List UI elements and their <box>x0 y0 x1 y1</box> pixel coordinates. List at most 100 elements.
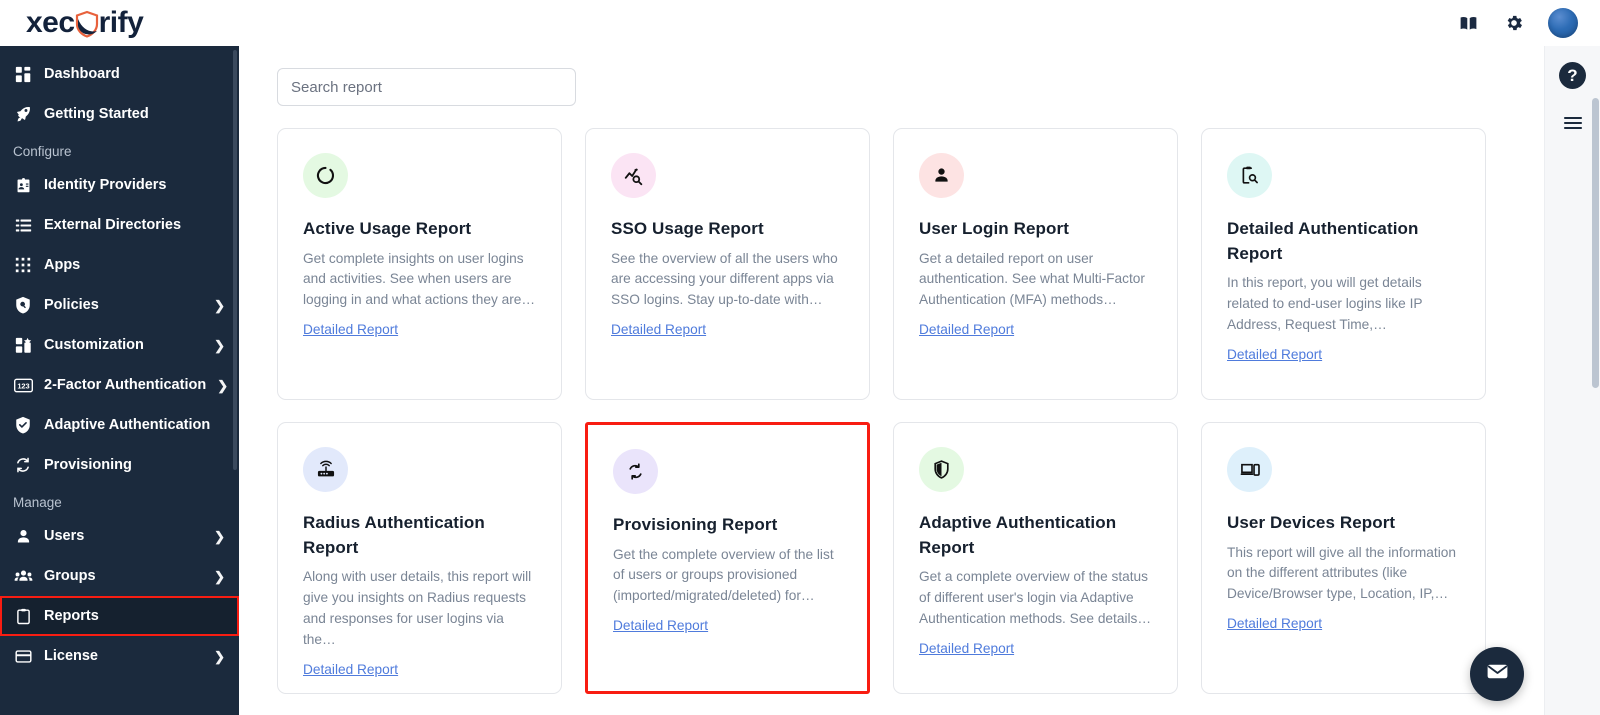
clipboard-icon <box>13 606 33 626</box>
card-icon <box>13 646 33 666</box>
gear-icon[interactable] <box>1502 11 1526 35</box>
chevron-right-icon: ❯ <box>217 377 229 393</box>
sidebar-item-label: External Directories <box>44 217 182 233</box>
report-card-description: In this report, you will get details rel… <box>1227 275 1423 332</box>
sidebar-item-label: Reports <box>44 608 99 624</box>
report-card-active-usage[interactable]: Active Usage Report Get complete insight… <box>277 128 562 400</box>
search-input[interactable] <box>277 68 576 106</box>
detailed-report-link[interactable]: Detailed Report <box>919 641 1014 656</box>
list-icon <box>13 215 33 235</box>
rocket-icon <box>13 104 33 124</box>
chevron-right-icon: ❯ <box>214 297 225 313</box>
user-icon <box>13 526 33 546</box>
sidebar-item-label: Groups <box>44 568 96 584</box>
hamburger-menu-icon[interactable] <box>1561 111 1585 140</box>
shield-check-icon <box>13 415 33 435</box>
report-card-title: SSO Usage Report <box>611 219 764 238</box>
sidebar: Dashboard Getting Started Configure Iden… <box>0 46 239 715</box>
chat-fab-button[interactable] <box>1470 647 1524 701</box>
report-card-description: Get the complete overview of the list of… <box>613 546 834 604</box>
docs-book-icon[interactable] <box>1456 11 1480 35</box>
report-card-description: Get a complete overview of the status of… <box>919 569 1152 626</box>
sidebar-item-label: 2-Factor Authentication <box>44 377 207 393</box>
detailed-report-link[interactable]: Detailed Report <box>611 322 706 337</box>
report-card-description: Get complete insights on user logins and… <box>303 250 536 308</box>
sidebar-item-dashboard[interactable]: Dashboard <box>0 54 239 94</box>
help-button[interactable]: ? <box>1559 62 1586 89</box>
router-icon <box>303 447 348 492</box>
sidebar-item-identity-providers[interactable]: Identity Providers <box>0 165 239 205</box>
chevron-right-icon: ❯ <box>214 337 225 353</box>
avatar[interactable] <box>1548 8 1578 38</box>
report-card-provisioning[interactable]: Provisioning Report Get the complete ove… <box>585 422 870 694</box>
sidebar-item-label: Identity Providers <box>44 177 167 193</box>
reports-page: Active Usage Report Get complete insight… <box>239 46 1544 694</box>
sidebar-item-adaptive-authentication[interactable]: Adaptive Authentication <box>0 405 239 445</box>
report-card-title: Provisioning Report <box>613 515 778 534</box>
numpad-123-icon: 123 <box>13 375 33 395</box>
report-card-title: Detailed Authentication Report <box>1227 219 1419 263</box>
main-content: Active Usage Report Get complete insight… <box>239 46 1544 715</box>
report-card-radius-authentication[interactable]: Radius Authentication Report Along with … <box>277 422 562 694</box>
report-cards-grid: Active Usage Report Get complete insight… <box>277 128 1544 694</box>
chevron-right-icon: ❯ <box>214 568 225 584</box>
sidebar-item-2-factor-authentication[interactable]: 123 2-Factor Authentication ❯ <box>0 365 239 405</box>
sidebar-item-users[interactable]: Users ❯ <box>0 516 239 556</box>
sidebar-item-label: Getting Started <box>44 106 149 122</box>
report-card-title: User Devices Report <box>1227 513 1396 532</box>
report-card-detailed-authentication[interactable]: Detailed Authentication Report In this r… <box>1201 128 1486 400</box>
sidebar-item-policies[interactable]: Policies ❯ <box>0 285 239 325</box>
sidebar-item-apps[interactable]: Apps <box>0 245 239 285</box>
sidebar-item-label: License <box>44 648 98 664</box>
sidebar-item-label: Customization <box>44 337 144 353</box>
report-card-description: Along with user details, this report wil… <box>303 569 532 647</box>
dashboard-icon <box>13 64 33 84</box>
report-card-title: Radius Authentication Report <box>303 513 485 557</box>
report-card-sso-usage[interactable]: SSO Usage Report See the overview of all… <box>585 128 870 400</box>
report-card-adaptive-authentication[interactable]: Adaptive Authentication Report Get a com… <box>893 422 1178 694</box>
report-card-description: This report will give all the informatio… <box>1227 544 1456 602</box>
sidebar-item-label: Policies <box>44 297 99 313</box>
detailed-report-link[interactable]: Detailed Report <box>1227 616 1322 631</box>
groups-icon <box>13 566 33 586</box>
page-scrollbar[interactable] <box>1592 98 1599 388</box>
devices-icon <box>1227 447 1272 492</box>
detailed-report-link[interactable]: Detailed Report <box>303 662 398 677</box>
loading-circle-icon <box>303 153 348 198</box>
sidebar-item-customization[interactable]: Customization ❯ <box>0 325 239 365</box>
sidebar-item-external-directories[interactable]: External Directories <box>0 205 239 245</box>
logo-text: xec rify <box>26 6 144 39</box>
sidebar-item-provisioning[interactable]: Provisioning <box>0 445 239 485</box>
detailed-report-link[interactable]: Detailed Report <box>1227 347 1322 362</box>
detailed-report-link[interactable]: Detailed Report <box>303 322 398 337</box>
detailed-report-link[interactable]: Detailed Report <box>613 618 708 633</box>
svg-text:123: 123 <box>17 381 29 390</box>
mail-icon <box>1485 659 1510 689</box>
sidebar-item-groups[interactable]: Groups ❯ <box>0 556 239 596</box>
customization-icon <box>13 335 33 355</box>
sync-icon <box>13 455 33 475</box>
id-badge-icon <box>13 175 33 195</box>
report-card-user-login[interactable]: User Login Report Get a detailed report … <box>893 128 1178 400</box>
logo-text-part1: xec <box>26 6 75 39</box>
top-bar: xec rify <box>0 0 1600 46</box>
policy-shield-icon <box>13 295 33 315</box>
sidebar-item-getting-started[interactable]: Getting Started <box>0 94 239 134</box>
sidebar-item-license[interactable]: License ❯ <box>0 636 239 676</box>
report-card-user-devices[interactable]: User Devices Report This report will giv… <box>1201 422 1486 694</box>
shield-half-icon <box>919 447 964 492</box>
sidebar-item-label: Adaptive Authentication <box>44 417 211 433</box>
clipboard-search-icon <box>1227 153 1272 198</box>
report-card-title: User Login Report <box>919 219 1069 238</box>
app-root: xec rify Dashboard Getting Started Confi… <box>0 0 1600 715</box>
detailed-report-link[interactable]: Detailed Report <box>919 322 1014 337</box>
shield-logo-icon <box>74 10 100 38</box>
right-rail: ? <box>1544 46 1600 715</box>
report-card-title: Adaptive Authentication Report <box>919 513 1117 557</box>
sidebar-item-reports[interactable]: Reports <box>0 596 239 636</box>
xecurify-logo[interactable]: xec rify <box>26 6 144 39</box>
report-card-title: Active Usage Report <box>303 219 472 238</box>
report-card-description: See the overview of all the users who ar… <box>611 250 838 308</box>
sidebar-item-label: Dashboard <box>44 66 120 82</box>
grid-apps-icon <box>13 255 33 275</box>
